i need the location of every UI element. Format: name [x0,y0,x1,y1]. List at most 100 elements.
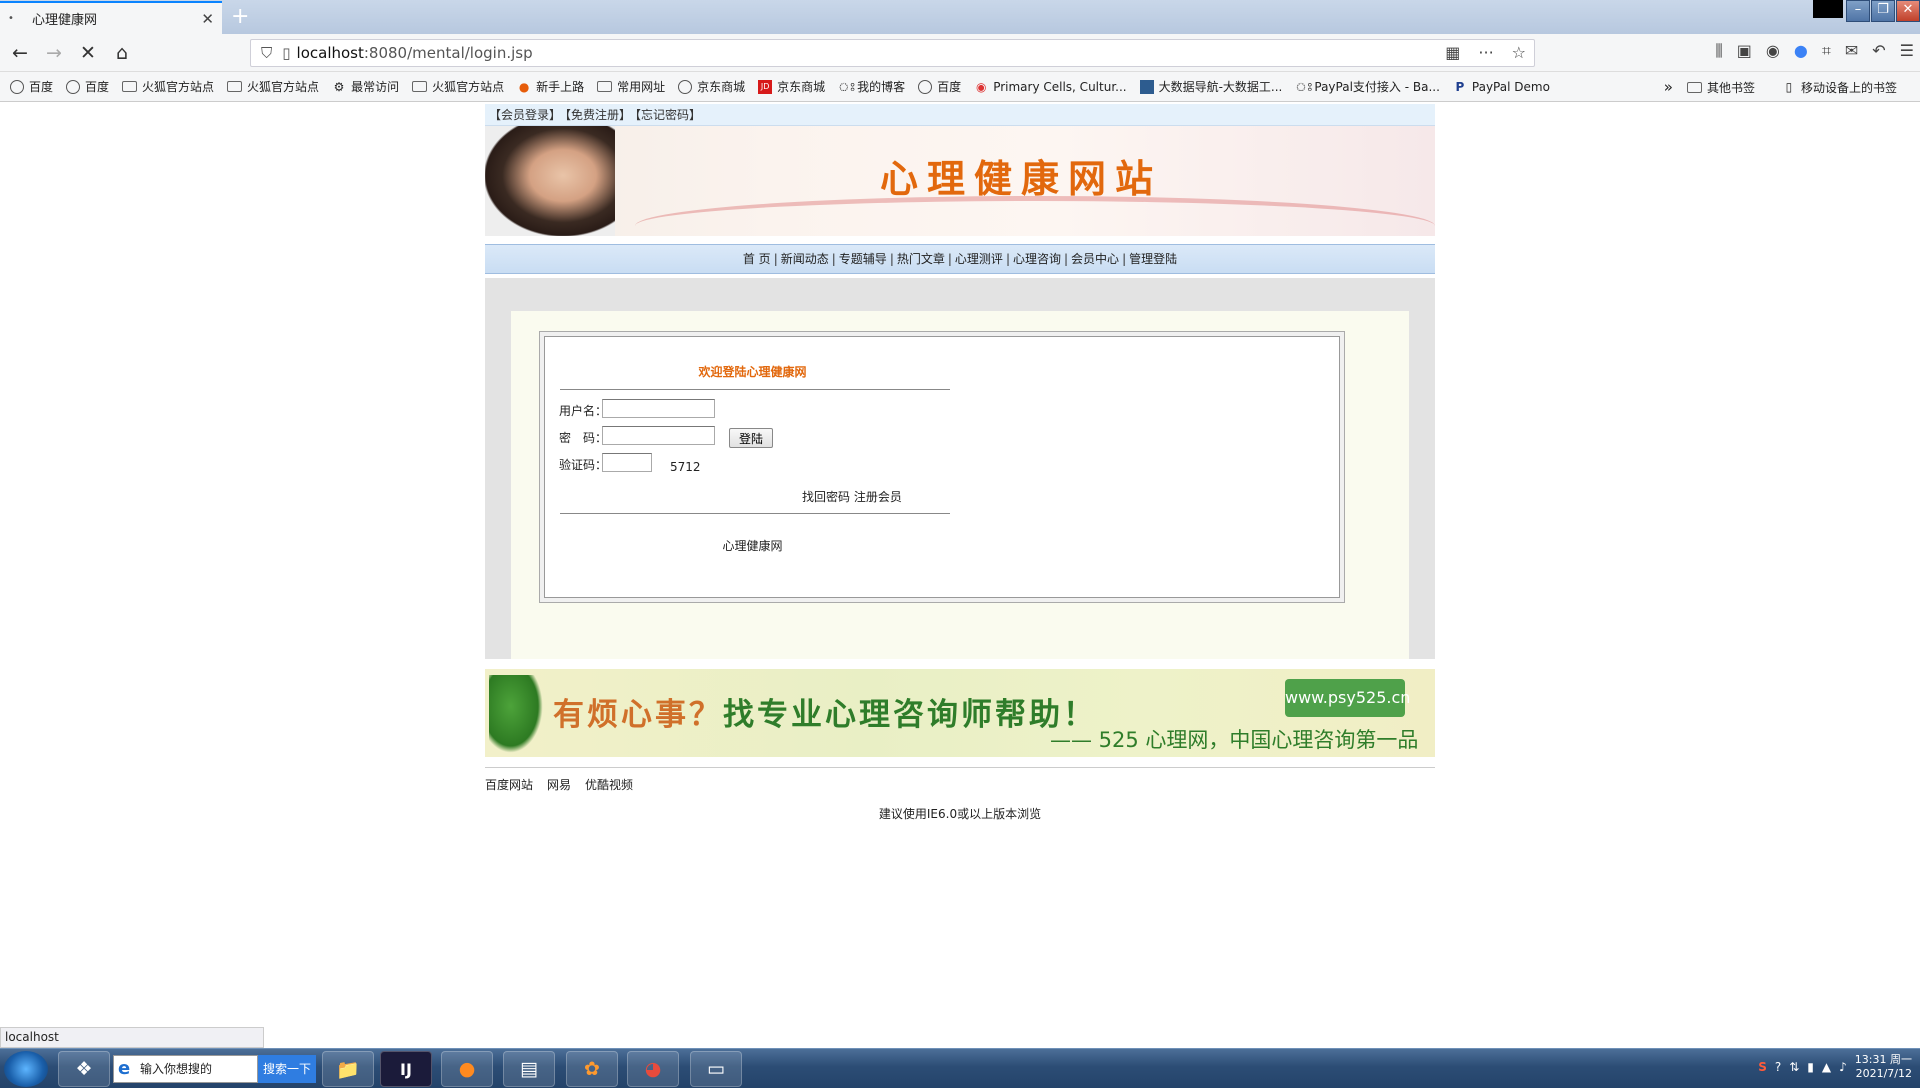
username-input[interactable] [602,399,715,418]
undo-icon[interactable]: ↶ [1872,41,1885,61]
bookmark-item[interactable]: 百度 [10,78,53,95]
register-link[interactable]: 【免费注册】 [565,108,631,122]
bookmark-item[interactable]: 京东商城 [678,78,745,95]
ad-banner[interactable]: 有烦心事？找专业心理咨询师帮助！ —— 525 心理网，中国心理咨询第一品牌！ … [485,669,1435,757]
password-input[interactable] [602,426,715,445]
nav-separator: | [889,252,894,266]
nav-consult[interactable]: 心理咨询 [1013,252,1061,266]
library-icon[interactable]: ⫼ [1715,41,1722,61]
blog-icon: ঃ [1295,79,1314,94]
mobile-icon: ▯ [1785,80,1793,94]
bookmark-item[interactable]: P PayPal Demo [1453,80,1550,94]
bookmark-item[interactable]: ⚙ 最常访问 [332,78,399,95]
other-bookmarks[interactable]: 其他书签 [1686,79,1755,96]
bookmark-folder[interactable]: 常用网址 [597,78,665,95]
browser-tab[interactable]: • 心理健康网 ✕ [0,1,222,34]
login-button[interactable]: 登陆 [729,428,773,448]
divider [560,513,950,514]
nav-admin-login[interactable]: 管理登陆 [1129,252,1177,266]
volume-icon[interactable]: ♪ [1839,1060,1847,1074]
find-password-link[interactable]: 找回密码 [802,490,850,504]
windows-flag-icon[interactable]: ❖ [58,1051,110,1087]
menu-icon[interactable]: ☰ [1900,41,1914,61]
minimize-icon[interactable]: – [1846,0,1870,22]
more-actions-icon[interactable]: ··· [1478,43,1493,62]
network-icon[interactable]: ⇅ [1789,1060,1799,1074]
bookmark-folder[interactable]: 火狐官方站点 [227,78,319,95]
bookmarks-bar: 百度 百度 火狐官方站点 火狐官方站点 ⚙ 最常访问 火狐官方站点 ● 新手上路 常… [0,72,1920,102]
nav-member-center[interactable]: 会员中心 [1071,252,1119,266]
register-member-link[interactable]: 注册会员 [854,490,902,504]
member-login-link[interactable]: 【会员登录】 [489,108,561,122]
qr-code-icon[interactable]: ▦ [1445,43,1460,62]
address-bar[interactable]: ⛉ ▯ localhost:8080/mental/login.jsp ▦ ··… [250,39,1535,67]
bookmark-folder[interactable]: 火狐官方站点 [412,78,504,95]
bookmark-label: 移动设备上的书签 [1800,80,1897,95]
taskbar-search-input[interactable]: e 输入你想搜的 [113,1055,258,1083]
file-explorer-icon[interactable]: ▤ [503,1051,555,1087]
account-icon[interactable]: ◉ [1766,41,1780,61]
nav-news[interactable]: 新闻动态 [781,252,829,266]
sidebar-icon[interactable]: ▣ [1737,41,1752,61]
mobile-bookmarks[interactable]: ▯ 移动设备上的书签 [1782,79,1897,96]
nav-assessment[interactable]: 心理测评 [955,252,1003,266]
bookmark-item[interactable]: JD 京东商城 [758,78,825,95]
settings-app-icon[interactable]: ✿ [566,1051,618,1087]
bookmark-label: 常用网址 [617,80,666,94]
chevron-double-icon[interactable]: » [1664,78,1673,96]
bookmark-item[interactable]: 百度 [66,78,109,95]
login-box: 欢迎登陆心理健康网 用户名： 密 码： 登陆 验证码： 5712 找回密码 注册… [544,336,1340,598]
nav-topics[interactable]: 专题辅导 [839,252,887,266]
blog-icon: ঃ [838,79,856,94]
new-tab-icon[interactable]: + [231,4,249,29]
folder-icon[interactable]: 📁 [322,1051,374,1087]
close-window-icon[interactable]: ✕ [1896,0,1920,22]
help-icon[interactable]: ? [1775,1060,1781,1074]
captcha-input[interactable] [602,453,652,472]
maximize-icon[interactable]: ❐ [1871,0,1895,22]
nav-hot-articles[interactable]: 热门文章 [897,252,945,266]
clock[interactable]: 13:31 周一 2021/7/12 [1855,1053,1912,1081]
tray-expand-icon[interactable]: ▲ [1822,1060,1831,1074]
bookmark-item[interactable]: 大数据导航-大数据工... [1139,78,1282,95]
footer-link-baidu[interactable]: 百度网站 [485,778,533,792]
folder-icon [412,81,428,92]
battery-icon[interactable]: ▮ [1807,1060,1814,1074]
tab-title: 心理健康网 [32,13,98,28]
browser-recommendation: 建议使用IE6.0或以上版本浏览 [878,807,1042,821]
bookmark-item[interactable]: 百度 [918,78,961,95]
bookmark-folder[interactable]: 火狐官方站点 [122,78,214,95]
intellij-icon[interactable]: IJ [380,1051,432,1087]
forward-icon[interactable]: → [40,39,68,67]
terminal-icon[interactable]: ▭ [690,1051,742,1087]
divider [560,389,950,390]
bookmark-item[interactable]: ঃ PayPal支付接入 - Ba... [1295,78,1440,95]
nav-separator: | [1005,252,1010,266]
close-tab-icon[interactable]: ✕ [201,10,214,28]
home-icon[interactable]: ⌂ [108,39,136,67]
firefox-icon[interactable]: ● [441,1051,493,1087]
stop-icon[interactable]: ✕ [74,39,102,67]
screenshot-icon[interactable]: ⌗ [1822,41,1831,61]
bookmark-item[interactable]: ◉ Primary Cells, Cultur... [974,80,1127,94]
bookmark-item[interactable]: ● 新手上路 [517,78,584,95]
forgot-password-link[interactable]: 【忘记密码】 [635,108,701,122]
bookmark-label: 百度 [29,80,54,94]
footer-link-netease[interactable]: 网易 [547,778,571,792]
folder-icon [1686,81,1702,93]
navigation-toolbar: ← → ✕ ⌂ ⛉ ▯ localhost:8080/mental/login.… [0,34,1920,72]
back-icon[interactable]: ← [6,39,34,67]
input-method-icon[interactable]: S [1758,1060,1767,1074]
ad-url[interactable]: www.psy525.cn [1285,679,1410,717]
bookmark-item[interactable]: ঃ 我的博客 [838,78,905,95]
chrome-icon[interactable]: ◕ [627,1051,679,1087]
taskbar-search-button[interactable]: 搜索一下 [258,1055,316,1083]
start-button[interactable] [4,1051,48,1087]
vpn-icon[interactable]: ● [1794,41,1808,61]
window-controls: – ❐ ✕ [1813,0,1920,26]
nav-home[interactable]: 首 页 [743,252,771,266]
bookmark-star-icon[interactable]: ☆ [1512,43,1526,62]
footer-link-youku[interactable]: 优酷视频 [585,778,633,792]
chat-icon[interactable]: ✉ [1845,41,1858,61]
login-welcome: 欢迎登陆心理健康网 [698,365,807,379]
